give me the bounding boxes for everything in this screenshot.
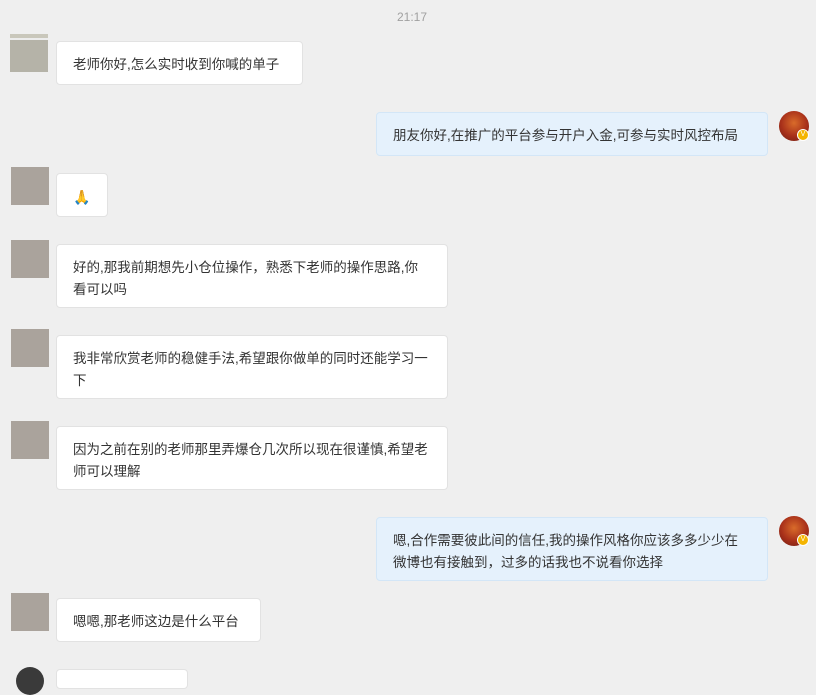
message-bubble-incoming[interactable]: 因为之前在别的老师那里弄爆仓几次所以现在很谨慎,希望老师可以理解 — [56, 426, 448, 490]
message-bubble-incoming[interactable]: 嗯嗯,那老师这边是什么平台 — [56, 598, 261, 642]
contact-avatar[interactable] — [10, 34, 48, 72]
message-bubble-incoming[interactable]: 🙏 — [56, 173, 108, 217]
message-bubble-outgoing[interactable]: 嗯,合作需要彼此间的信任,我的操作风格你应该多多少少在微博也有接触到，过多的话我… — [376, 517, 768, 581]
praying-hands-emoji-icon: 🙏 — [73, 189, 91, 205]
contact-avatar[interactable] — [11, 421, 49, 459]
contact-avatar[interactable] — [11, 329, 49, 367]
verified-badge-icon: V — [797, 129, 809, 141]
message-bubble-incoming[interactable]: 好的,那我前期想先小仓位操作，熟悉下老师的操作思路,你看可以吗 — [56, 244, 448, 308]
timestamp: 21:17 — [396, 10, 428, 24]
message-bubble-incoming[interactable]: 我非常欣赏老师的稳健手法,希望跟你做单的同时还能学习一下 — [56, 335, 448, 399]
verified-badge-icon: V — [797, 534, 809, 546]
contact-avatar[interactable] — [11, 593, 49, 631]
contact-avatar[interactable] — [11, 167, 49, 205]
message-bubble-incoming[interactable]: 老师你好,怎么实时收到你喊的单子 — [56, 41, 303, 85]
message-bubble-outgoing[interactable]: 朋友你好,在推广的平台参与开户入金,可参与实时风控布局 — [376, 112, 768, 156]
contact-avatar[interactable] — [11, 240, 49, 278]
contact-avatar[interactable] — [16, 667, 44, 695]
message-bubble-incoming[interactable] — [56, 669, 188, 689]
